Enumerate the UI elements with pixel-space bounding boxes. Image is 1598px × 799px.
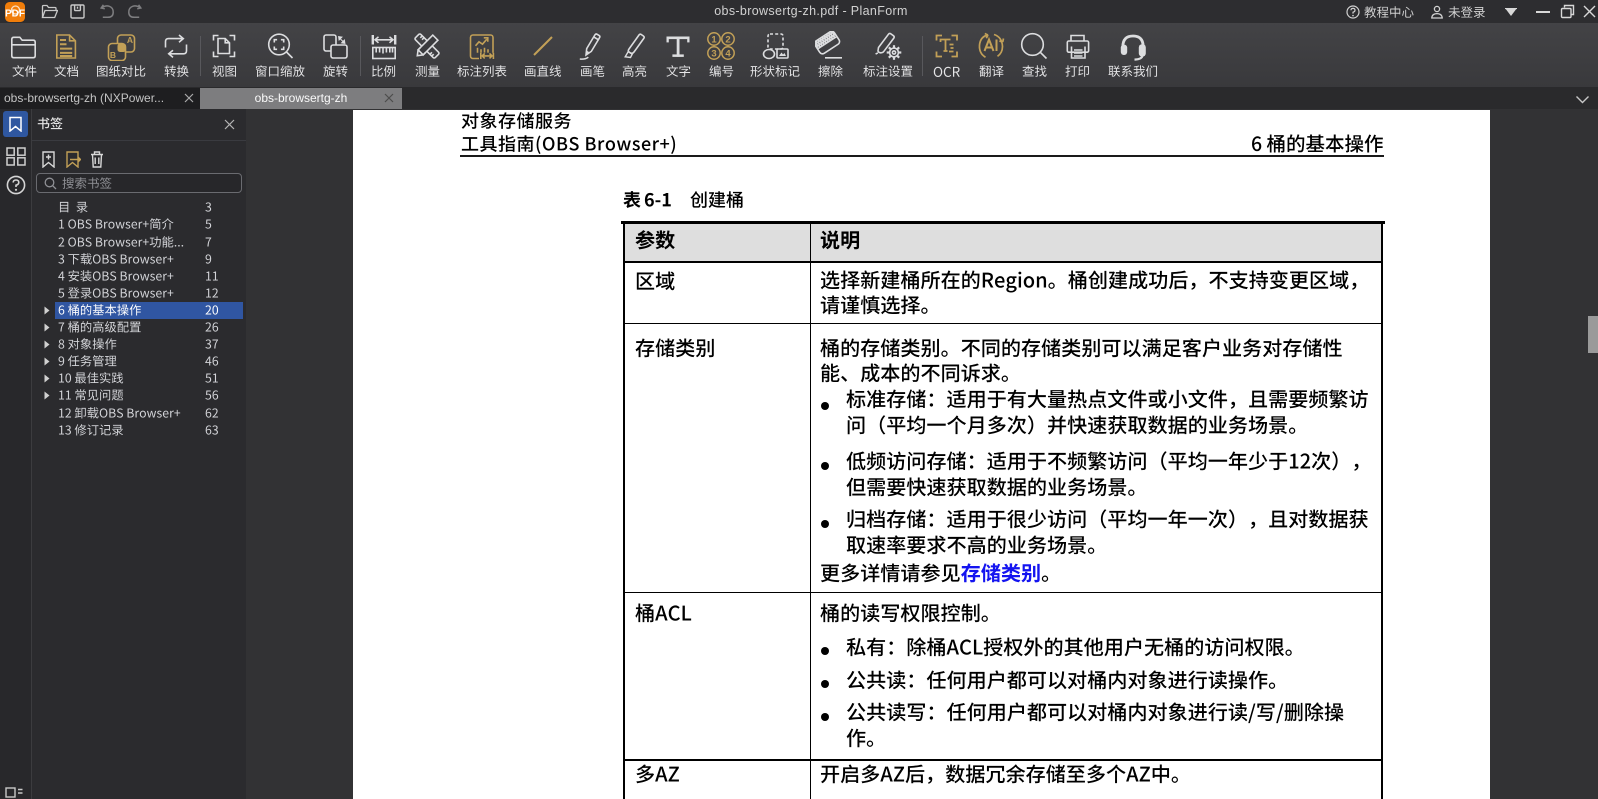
- svg-text:1: 1: [711, 34, 717, 45]
- svg-text:A: A: [127, 35, 133, 45]
- svg-text:B: B: [110, 50, 116, 60]
- svg-text:2: 2: [725, 34, 730, 45]
- svg-text:3: 3: [711, 48, 716, 59]
- svg-text:4: 4: [725, 48, 731, 59]
